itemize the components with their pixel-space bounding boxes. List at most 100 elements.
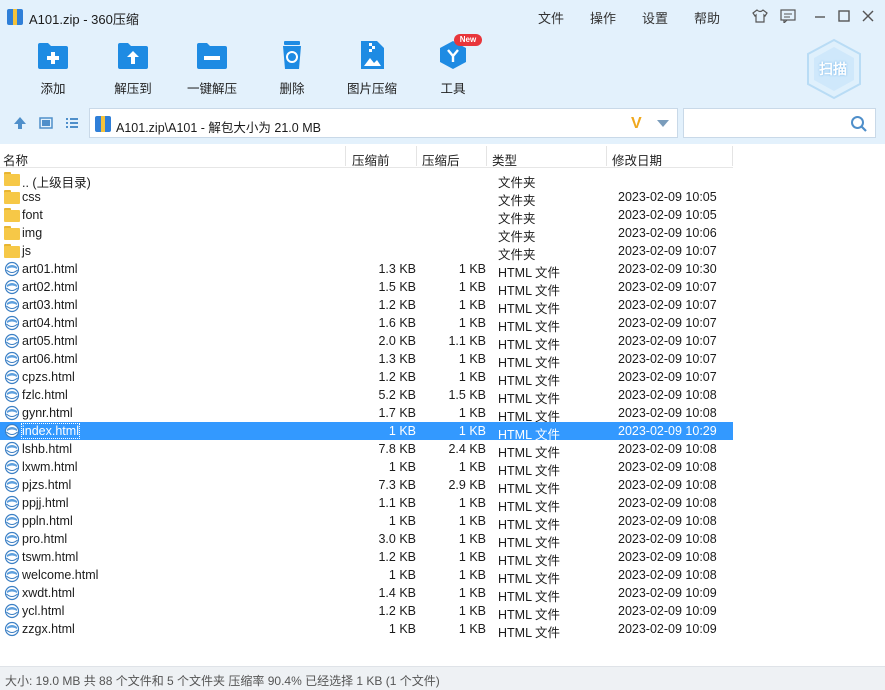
menu-help[interactable]: 帮助: [694, 8, 720, 27]
minimize-icon[interactable]: [812, 8, 828, 24]
file-row[interactable]: ppjj.html 1.1 KB 1 KB HTML 文件 2023-02-09 10:…: [0, 494, 733, 514]
scan-button[interactable]: 扫描: [804, 38, 864, 100]
file-row[interactable]: ycl.html 1.2 KB 1 KB HTML 文件 2023-02-09 10:0…: [0, 602, 733, 622]
folder-row[interactable]: css 文件夹 2023-02-09 10:05: [0, 188, 733, 208]
file-row[interactable]: fzlc.html 5.2 KB 1.5 KB HTML 文件 2023-02-09 1…: [0, 386, 733, 406]
file-row[interactable]: zzgx.html 1 KB 1 KB HTML 文件 2023-02-09 10:09: [0, 620, 733, 640]
file-row[interactable]: welcome.html 1 KB 1 KB HTML 文件 2023-02-09 10…: [0, 566, 733, 586]
tools-button[interactable]: 工具: [418, 40, 488, 98]
file-size: 1.3 KB: [378, 262, 416, 276]
add-label: 添加: [40, 82, 66, 96]
file-date: 2023-02-09 10:08: [618, 388, 717, 402]
new-badge: New: [454, 34, 482, 46]
column-divider[interactable]: [606, 146, 607, 166]
menu-file[interactable]: 文件: [538, 8, 564, 27]
search-input[interactable]: [683, 108, 876, 138]
column-size[interactable]: 压缩前: [352, 150, 390, 169]
file-name: lshb.html: [22, 442, 73, 456]
file-compressed-size: 1 KB: [458, 298, 486, 312]
feedback-icon[interactable]: [780, 8, 796, 24]
file-row[interactable]: art04.html 1.6 KB 1 KB HTML 文件 2023-02-09 10…: [0, 314, 733, 334]
file-row[interactable]: tswm.html 1.2 KB 1 KB HTML 文件 2023-02-09 10:…: [0, 548, 733, 568]
file-name: fzlc.html: [22, 388, 68, 402]
file-date: 2023-02-09 10:09: [618, 586, 717, 600]
html-file-icon: [4, 387, 20, 403]
column-header-row: 名称 压缩前 压缩后 类型 修改日期: [0, 144, 733, 168]
file-size: 1.7 KB: [378, 406, 416, 420]
folder-row[interactable]: js 文件夹 2023-02-09 10:07: [0, 242, 733, 262]
column-compressed[interactable]: 压缩后: [422, 150, 460, 169]
file-row[interactable]: gynr.html 1.7 KB 1 KB HTML 文件 2023-02-09 10:…: [0, 404, 733, 424]
file-row[interactable]: lshb.html 7.8 KB 2.4 KB HTML 文件 2023-02-09 1…: [0, 440, 733, 460]
file-size: 1.2 KB: [378, 604, 416, 618]
file-date: 2023-02-09 10:06: [618, 226, 717, 240]
html-file-icon: [4, 549, 20, 565]
file-compressed-size: 1 KB: [458, 604, 486, 618]
file-compressed-size: 1.1 KB: [448, 334, 486, 348]
file-compressed-size: 1.5 KB: [448, 388, 486, 402]
html-file-icon: [4, 441, 20, 457]
column-divider[interactable]: [732, 146, 733, 166]
file-row[interactable]: cpzs.html 1.2 KB 1 KB HTML 文件 2023-02-09 10:…: [0, 368, 733, 388]
column-date[interactable]: 修改日期: [612, 150, 662, 169]
zip-archive-icon: [95, 116, 111, 132]
folder-row[interactable]: img 文件夹 2023-02-09 10:06: [0, 224, 733, 244]
view-list-icon[interactable]: [64, 115, 80, 131]
scan-label: 扫描: [819, 61, 847, 77]
search-icon[interactable]: [850, 115, 868, 133]
file-row[interactable]: lxwm.html 1 KB 1 KB HTML 文件 2023-02-09 10:08: [0, 458, 733, 478]
file-name: index.html: [21, 423, 80, 439]
one-click-extract-label: 一键解压: [186, 82, 237, 96]
menu-operate[interactable]: 操作: [590, 8, 616, 27]
column-divider[interactable]: [486, 146, 487, 166]
file-compressed-size: 1 KB: [458, 514, 486, 528]
file-row[interactable]: art02.html 1.5 KB 1 KB HTML 文件 2023-02-09 10…: [0, 278, 733, 298]
folder-row[interactable]: .. (上级目录) 文件夹: [0, 170, 733, 190]
up-arrow-icon[interactable]: [12, 115, 28, 131]
column-name[interactable]: 名称: [3, 150, 28, 169]
file-date: 2023-02-09 10:29: [618, 424, 717, 438]
file-size: 1.2 KB: [378, 370, 416, 384]
delete-button[interactable]: 删除: [257, 40, 327, 98]
chevron-down-icon[interactable]: [657, 120, 669, 127]
folder-row[interactable]: font 文件夹 2023-02-09 10:05: [0, 206, 733, 226]
menu-settings[interactable]: 设置: [642, 8, 668, 27]
file-date: 2023-02-09 10:05: [618, 190, 717, 204]
file-row[interactable]: art06.html 1.3 KB 1 KB HTML 文件 2023-02-09 10…: [0, 350, 733, 370]
one-click-extract-button[interactable]: 一键解压: [177, 40, 247, 98]
file-row[interactable]: index.html 1 KB 1 KB HTML 文件 2023-02-09 10:2…: [0, 422, 733, 442]
file-name: art01.html: [22, 262, 78, 276]
skin-shirt-icon[interactable]: [752, 8, 768, 24]
file-row[interactable]: pjzs.html 7.3 KB 2.9 KB HTML 文件 2023-02-09 1…: [0, 476, 733, 496]
extract-to-button[interactable]: 解压到: [98, 40, 168, 98]
file-row[interactable]: art01.html 1.3 KB 1 KB HTML 文件 2023-02-09 10…: [0, 260, 733, 280]
extract-folder-icon: [117, 40, 149, 70]
image-compress-button[interactable]: 图片压缩: [337, 40, 407, 98]
file-name: art03.html: [22, 298, 78, 312]
file-compressed-size: 1 KB: [458, 622, 486, 636]
html-file-icon: [4, 297, 20, 313]
file-row[interactable]: art03.html 1.2 KB 1 KB HTML 文件 2023-02-09 10…: [0, 296, 733, 316]
file-name: zzgx.html: [22, 622, 75, 636]
maximize-icon[interactable]: [836, 8, 852, 24]
file-name: img: [22, 226, 43, 240]
status-text: 大小: 19.0 MB 共 88 个文件和 5 个文件夹 压缩率 90.4% 已…: [5, 674, 440, 688]
file-row[interactable]: pro.html 3.0 KB 1 KB HTML 文件 2023-02-09 10:0…: [0, 530, 733, 550]
file-date: 2023-02-09 10:08: [618, 460, 717, 474]
view-details-icon[interactable]: [38, 115, 54, 131]
file-date: 2023-02-09 10:08: [618, 532, 717, 546]
file-date: 2023-02-09 10:07: [618, 334, 717, 348]
close-icon[interactable]: [860, 8, 876, 24]
file-size: 2.0 KB: [378, 334, 416, 348]
column-divider[interactable]: [345, 146, 346, 166]
file-size: 1 KB: [388, 622, 416, 636]
file-row[interactable]: art05.html 2.0 KB 1.1 KB HTML 文件 2023-02-09 …: [0, 332, 733, 352]
v-brand-icon[interactable]: V: [631, 115, 642, 133]
file-row[interactable]: ppln.html 1 KB 1 KB HTML 文件 2023-02-09 10:08: [0, 512, 733, 532]
column-divider[interactable]: [416, 146, 417, 166]
add-button[interactable]: 添加: [18, 40, 88, 98]
column-type[interactable]: 类型: [492, 150, 517, 169]
file-name: xwdt.html: [22, 586, 75, 600]
file-row[interactable]: xwdt.html 1.4 KB 1 KB HTML 文件 2023-02-09 10:…: [0, 584, 733, 604]
address-field[interactable]: A101.zip\A101 - 解包大小为 21.0 MB V: [89, 108, 678, 138]
